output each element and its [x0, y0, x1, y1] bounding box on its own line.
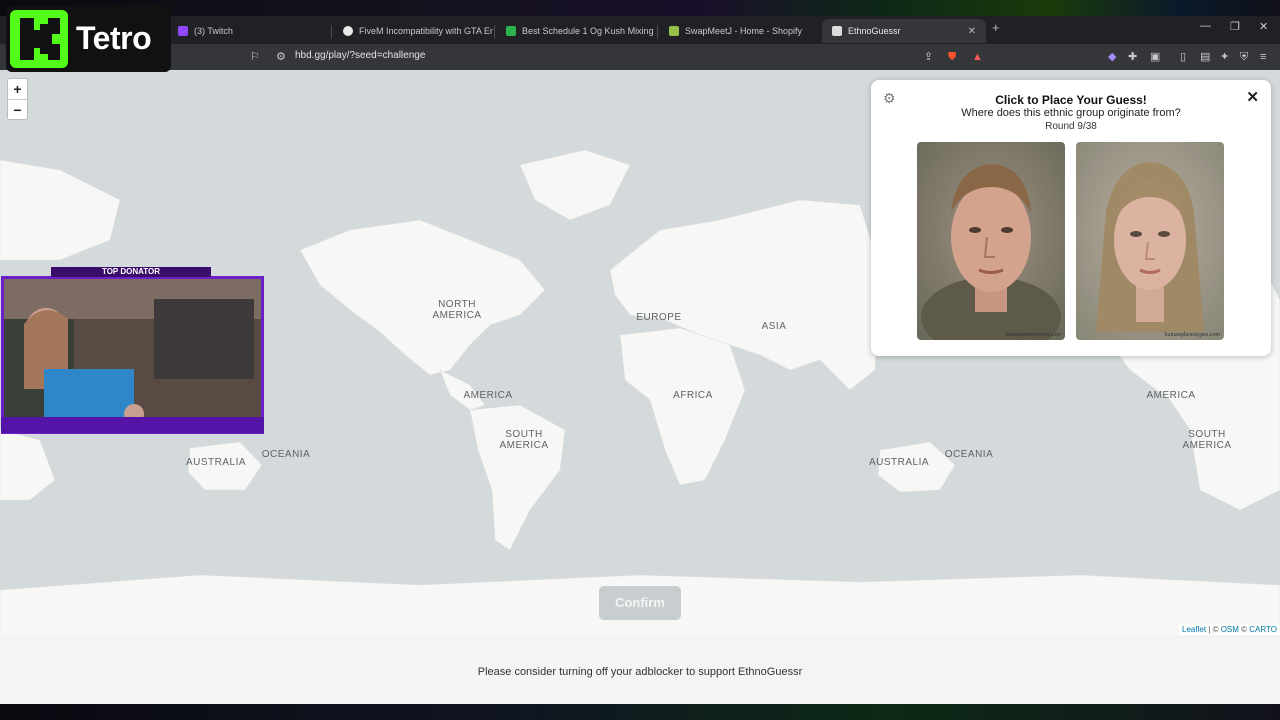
url-field[interactable]: hbd.gg/play/?seed=challenge — [295, 50, 425, 61]
address-bar: ⚐ ⚙ hbd.gg/play/?seed=challenge ⇪ ⛊ ▲ ◆ … — [0, 44, 1280, 70]
webcam-feed — [4, 279, 261, 431]
tab-fivem[interactable]: FiveM Incompatibility with GTA Enha — [333, 19, 493, 43]
landmass-south-america — [469, 404, 566, 551]
extensions-icon[interactable]: ✚ — [1128, 50, 1137, 64]
vpn-icon[interactable]: ⛨ — [1240, 50, 1248, 64]
attrib-sep: © — [1238, 625, 1250, 634]
browser-tab-strip: (3) Twitch FiveM Incompatibility with GT… — [0, 16, 1280, 44]
site-info-icon[interactable]: ⚙ — [276, 50, 286, 64]
landmass-north-america — [299, 219, 546, 376]
menu-icon[interactable]: ≡ — [1260, 50, 1266, 64]
map-label-south-america: SOUTH AMERICA — [1182, 429, 1232, 451]
landmass-left-fragment — [0, 429, 56, 501]
map-label-north-america: NORTH AMERICA — [432, 299, 482, 321]
osm-link[interactable]: OSM — [1221, 625, 1239, 634]
wallet-icon[interactable]: ◆ — [1108, 50, 1116, 64]
guess-panel: ⚙ ✕ Click to Place Your Guess! Where doe… — [871, 80, 1271, 356]
confirm-button[interactable]: Confirm — [599, 586, 681, 620]
panel-title: Click to Place Your Guess! — [995, 93, 1147, 107]
media-icon[interactable]: ▣ — [1150, 50, 1160, 64]
new-tab-icon[interactable]: + — [992, 20, 1000, 35]
shopify-icon — [669, 26, 679, 36]
landmass-left-fragment — [0, 159, 121, 261]
male-phenotype-image: humanphenotypes.com — [917, 142, 1065, 340]
tab-shopify[interactable]: SwapMeetJ - Home - Shopify — [659, 19, 819, 43]
tab-twitch[interactable]: (3) Twitch — [168, 19, 330, 43]
tab-title: EthnoGuessr — [848, 26, 901, 36]
tab-title: SwapMeetJ - Home - Shopify — [685, 26, 803, 36]
map-attribution: Leaflet | © OSM © CARTO — [1179, 624, 1280, 635]
streamer-logo: Tetro — [6, 6, 171, 72]
tab-separator — [494, 25, 495, 39]
bookmark-icon[interactable]: ⚐ — [250, 50, 260, 64]
landmass-greenland — [519, 149, 631, 221]
female-phenotype-image: humanphenotypes.com — [1076, 142, 1224, 340]
screen: (3) Twitch FiveM Incompatibility with GT… — [0, 0, 1280, 720]
twitch-icon — [178, 26, 188, 36]
tab-separator — [657, 25, 658, 39]
carto-link[interactable]: CARTO — [1249, 625, 1277, 634]
tab-title: Best Schedule 1 Og Kush Mixing Rec — [522, 26, 656, 36]
leaflet-link[interactable]: Leaflet — [1182, 625, 1206, 634]
close-window-icon[interactable]: ✕ — [1259, 20, 1268, 33]
map-label-south-america: SOUTH AMERICA — [499, 429, 549, 451]
panel-question: Where does this ethnic group originate f… — [961, 107, 1181, 119]
reading-list-icon[interactable]: ▤ — [1200, 50, 1210, 64]
overlay-neon-top — [0, 0, 1280, 16]
tab-title: (3) Twitch — [194, 26, 233, 36]
webcam-overlay: TOP DONATOR — [1, 267, 264, 435]
map-label-australia: AUSTRALIA — [185, 457, 247, 468]
leaf-icon — [506, 26, 516, 36]
brave-rewards-icon[interactable]: ▲ — [972, 50, 983, 64]
webcam-bottom-bar — [1, 417, 264, 433]
map-label-oceania: OCEANIA — [261, 449, 311, 460]
female-face-graphic — [1076, 142, 1224, 340]
landmass-africa — [619, 327, 746, 486]
tab-schedule[interactable]: Best Schedule 1 Og Kush Mixing Rec — [496, 19, 656, 43]
footer: Please consider turning off your adblock… — [0, 637, 1280, 704]
zoom-in-button[interactable]: + — [8, 79, 27, 99]
ethnoguessr-icon — [832, 26, 842, 36]
map-label-america: AMERICA — [463, 390, 513, 401]
image-credit: humanphenotypes.com — [1005, 332, 1062, 338]
map-label-oceania: OCEANIA — [944, 449, 994, 460]
map-label-europe: EUROPE — [636, 312, 682, 323]
minimize-icon[interactable]: — — [1200, 20, 1211, 32]
share-icon[interactable]: ⇪ — [924, 50, 933, 64]
tab-ethnoguessr[interactable]: EthnoGuessr ✕ — [822, 19, 986, 43]
channel-name: Tetro — [76, 20, 152, 56]
zoom-out-button[interactable]: − — [8, 99, 27, 119]
map-label-america: AMERICA — [1146, 390, 1196, 401]
close-tab-icon[interactable]: ✕ — [968, 26, 976, 37]
leo-ai-icon[interactable]: ✦ — [1220, 50, 1229, 64]
map-label-africa: AFRICA — [673, 390, 713, 401]
tab-title: FiveM Incompatibility with GTA Enha — [359, 26, 493, 36]
map-label-australia: AUSTRALIA — [868, 457, 930, 468]
zoom-control: + − — [7, 78, 28, 120]
image-credit: humanphenotypes.com — [1164, 332, 1221, 338]
adblock-message: Please consider turning off your adblock… — [477, 666, 803, 678]
sidebar-icon[interactable]: ▯ — [1180, 50, 1186, 64]
top-donator-banner: TOP DONATOR — [51, 267, 211, 277]
fivem-icon — [343, 26, 353, 36]
overlay-neon-bottom — [0, 704, 1280, 720]
male-face-graphic — [917, 142, 1065, 340]
round-counter: Round 9/38 — [1045, 121, 1097, 132]
kick-k-glyph — [20, 18, 60, 60]
maximize-icon[interactable]: ❐ — [1230, 20, 1240, 33]
map-label-asia: ASIA — [761, 321, 787, 332]
brave-shield-icon[interactable]: ⛊ — [948, 50, 956, 64]
kick-logo-icon — [10, 10, 68, 68]
tab-separator — [331, 25, 332, 39]
webcam-frame — [1, 276, 264, 434]
attrib-sep: | © — [1206, 625, 1221, 634]
